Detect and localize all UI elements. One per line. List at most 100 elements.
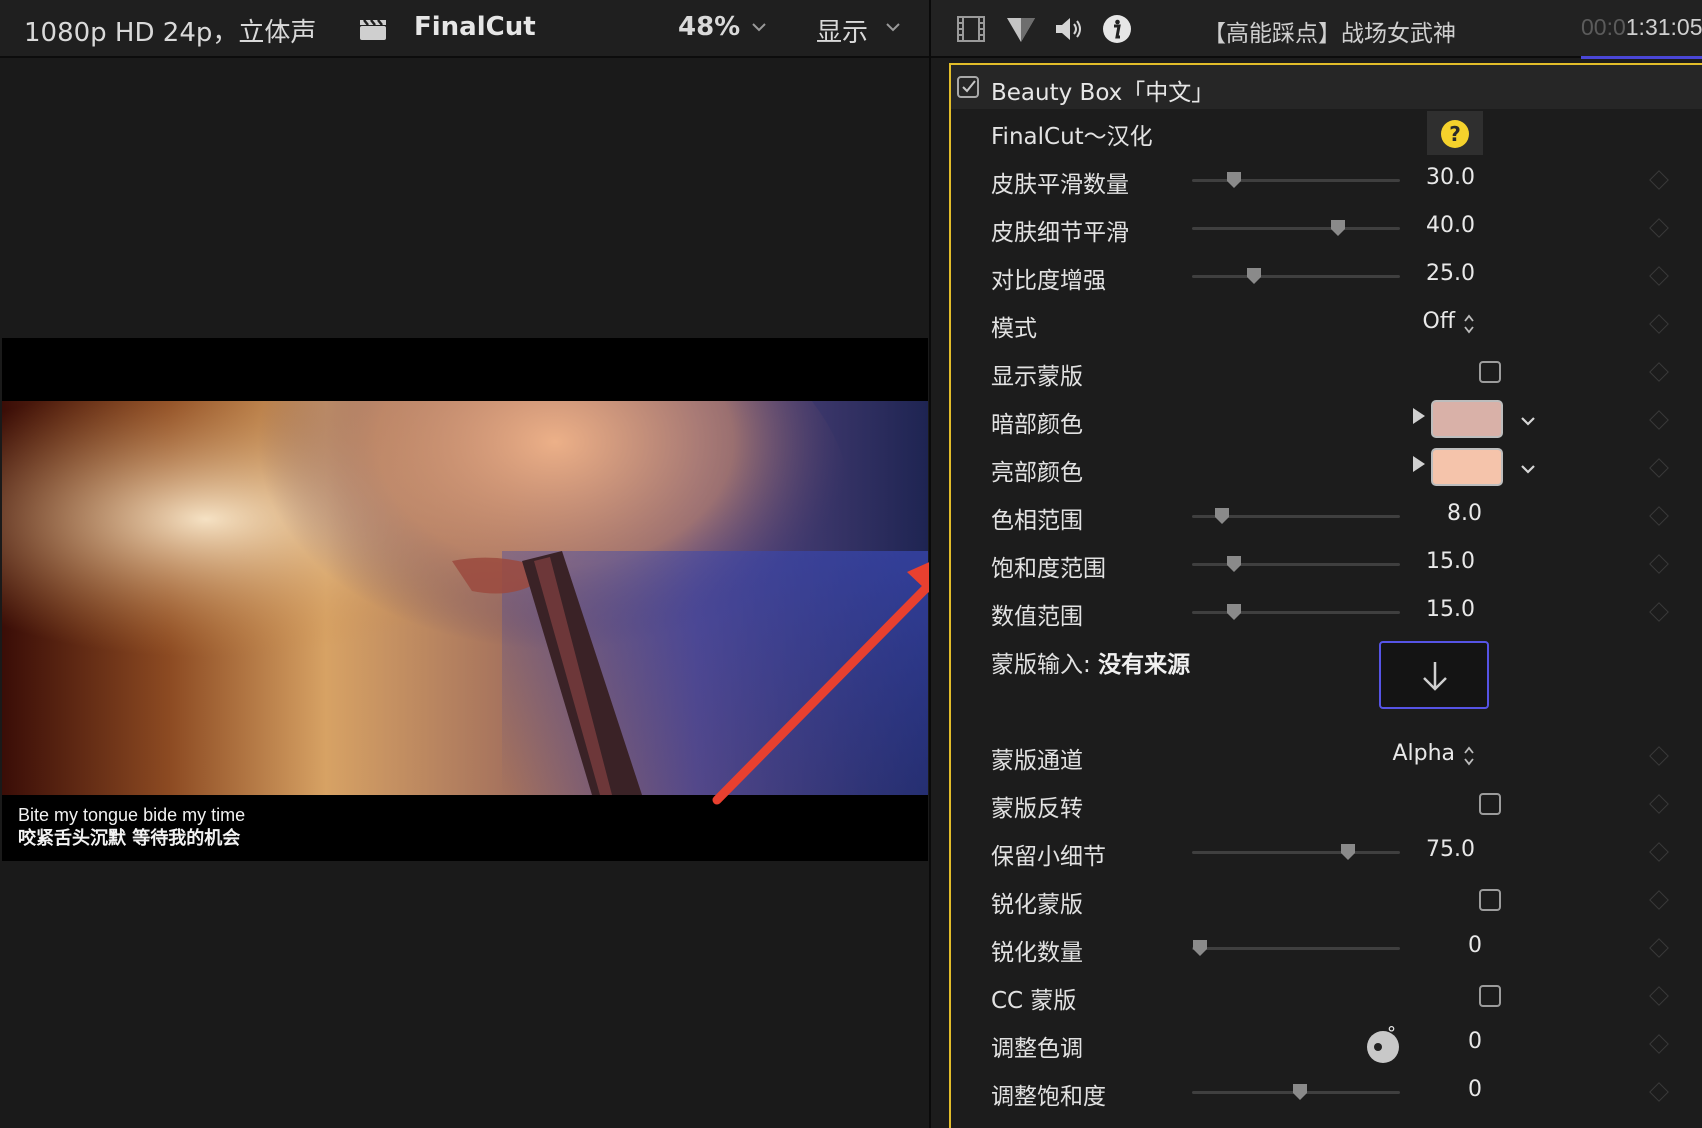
param-value[interactable]: 75.0: [1345, 837, 1475, 862]
chevron-down-icon[interactable]: [884, 18, 902, 36]
stepper-icon[interactable]: [1463, 745, 1475, 767]
keyframe-icon[interactable]: [1649, 890, 1669, 910]
param-light-color: 亮部颜色: [951, 445, 1702, 493]
format-label: 1080p HD 24p，立体声: [24, 18, 317, 48]
param-adjust-hue: 调整色调 0 °: [951, 1021, 1702, 1069]
param-value[interactable]: 30.0: [1345, 165, 1475, 190]
zoom-level[interactable]: 48%: [678, 12, 740, 42]
keyframe-icon[interactable]: [1649, 746, 1669, 766]
mask-channel-select[interactable]: Alpha: [1325, 741, 1455, 766]
project-name[interactable]: FinalCut: [414, 12, 536, 42]
slider-knob[interactable]: [1330, 219, 1346, 237]
sharpen-mask-checkbox[interactable]: [1479, 889, 1501, 911]
keyframe-icon[interactable]: [1649, 266, 1669, 286]
timecode-underline: [1581, 56, 1702, 59]
chevron-down-icon[interactable]: [1519, 412, 1537, 430]
mask-drop-well[interactable]: [1379, 641, 1489, 709]
param-value[interactable]: 15.0: [1345, 597, 1475, 622]
keyframe-icon[interactable]: [1649, 1034, 1669, 1054]
keyframe-icon[interactable]: [1649, 170, 1669, 190]
chevron-down-icon[interactable]: [1519, 460, 1537, 478]
param-mask-invert: 蒙版反转: [951, 781, 1702, 829]
filter-icon[interactable]: [1005, 14, 1037, 44]
param-show-mask: 显示蒙版: [951, 349, 1702, 397]
mask-input-label: 蒙版输入: 没有来源: [991, 645, 1190, 679]
info-icon[interactable]: [1101, 14, 1133, 44]
film-icon[interactable]: [955, 14, 987, 44]
keyframe-icon[interactable]: [1649, 458, 1669, 478]
cc-mask-checkbox[interactable]: [1479, 985, 1501, 1007]
param-label: 模式: [991, 316, 1037, 342]
clip-title: 【高能踩点】战场女武神: [1203, 21, 1456, 47]
keyframe-icon[interactable]: [1649, 794, 1669, 814]
help-icon[interactable]: ?: [1441, 120, 1469, 148]
param-sat-range: 饱和度范围 15.0: [951, 541, 1702, 589]
inspector-toolbar: 【高能踩点】战场女武神 00:01:31:05: [931, 0, 1702, 59]
param-value[interactable]: 15.0: [1345, 549, 1475, 574]
keyframe-icon[interactable]: [1649, 938, 1669, 958]
slider-knob[interactable]: [1226, 171, 1242, 189]
param-cc-mask: CC 蒙版: [951, 973, 1702, 1021]
keyframe-icon[interactable]: [1649, 314, 1669, 334]
help-button[interactable]: ?: [1427, 111, 1483, 155]
stepper-icon[interactable]: [1463, 313, 1475, 335]
disclosure-triangle-icon[interactable]: [1411, 407, 1427, 425]
param-mode: 模式 Off: [951, 301, 1702, 349]
mask-input-source: 没有来源: [1098, 652, 1191, 678]
param-skin-detail: 皮肤细节平滑 40.0: [951, 205, 1702, 253]
keyframe-icon[interactable]: [1649, 842, 1669, 862]
clapper-icon[interactable]: [358, 16, 388, 42]
param-mask-input: 蒙版输入: 没有来源: [951, 637, 1702, 733]
slider-knob[interactable]: [1226, 603, 1242, 621]
effect-header[interactable]: Beauty Box「中文」: [951, 65, 1702, 109]
slider-knob[interactable]: [1246, 267, 1262, 285]
param-value[interactable]: 0: [1352, 1029, 1482, 1054]
display-menu[interactable]: 显示: [816, 12, 868, 49]
brand-label: FinalCut～汉化: [991, 124, 1153, 150]
slider-knob[interactable]: [1226, 555, 1242, 573]
dark-color-swatch[interactable]: [1431, 400, 1503, 438]
timecode-value: 1:31:05: [1625, 14, 1702, 40]
slider-knob[interactable]: [1192, 939, 1208, 957]
effect-enable-checkbox[interactable]: [957, 76, 979, 98]
light-color-swatch[interactable]: [1431, 448, 1503, 486]
param-label: 调整色调: [991, 1036, 1083, 1062]
keyframe-icon[interactable]: [1649, 218, 1669, 238]
timecode-leading: 00:0: [1581, 14, 1626, 40]
slider-knob[interactable]: [1292, 1083, 1308, 1101]
down-arrow-icon: [1423, 662, 1447, 691]
mode-select[interactable]: Off: [1345, 309, 1455, 334]
keyframe-icon[interactable]: [1649, 554, 1669, 574]
param-value[interactable]: 40.0: [1345, 213, 1475, 238]
show-mask-checkbox[interactable]: [1479, 361, 1501, 383]
param-value[interactable]: 0: [1352, 933, 1482, 958]
param-value[interactable]: 0: [1352, 1077, 1482, 1102]
disclosure-triangle-icon[interactable]: [1411, 455, 1427, 473]
param-label: 蒙版通道: [991, 748, 1083, 774]
param-mask-channel: 蒙版通道 Alpha: [951, 733, 1702, 781]
viewer-canvas[interactable]: Bite my tongue bide my time 咬紧舌头沉默 等待我的机…: [2, 60, 970, 1128]
param-label: 调整饱和度: [991, 1084, 1106, 1110]
keyframe-icon[interactable]: [1649, 362, 1669, 382]
chevron-down-icon[interactable]: [750, 18, 768, 36]
param-sharpen-amount: 锐化数量 0: [951, 925, 1702, 973]
keyframe-icon[interactable]: [1649, 1082, 1669, 1102]
param-value[interactable]: 25.0: [1345, 261, 1475, 286]
param-label: 显示蒙版: [991, 364, 1083, 390]
param-label: 皮肤平滑数量: [991, 172, 1129, 198]
slider-knob[interactable]: [1214, 507, 1230, 525]
effect-section: Beauty Box「中文」 FinalCut～汉化 ? 皮肤平滑数量 30.0…: [949, 63, 1702, 1128]
keyframe-icon[interactable]: [1649, 506, 1669, 526]
keyframe-icon[interactable]: [1649, 602, 1669, 622]
mask-invert-checkbox[interactable]: [1479, 793, 1501, 815]
keyframe-icon[interactable]: [1649, 986, 1669, 1006]
keyframe-icon[interactable]: [1649, 410, 1669, 430]
inspector-panel: 【高能踩点】战场女武神 00:01:31:05 Beauty Box「中文」 F…: [929, 0, 1702, 1128]
subtitle-english: Bite my tongue bide my time: [18, 805, 246, 825]
param-value[interactable]: 8.0: [1352, 501, 1482, 526]
param-keep-detail: 保留小细节 75.0: [951, 829, 1702, 877]
param-label: 皮肤细节平滑: [991, 220, 1129, 246]
speaker-icon[interactable]: [1053, 14, 1085, 44]
effect-name: Beauty Box「中文」: [991, 80, 1215, 106]
subtitle: Bite my tongue bide my time 咬紧舌头沉默 等待我的机…: [18, 803, 245, 851]
